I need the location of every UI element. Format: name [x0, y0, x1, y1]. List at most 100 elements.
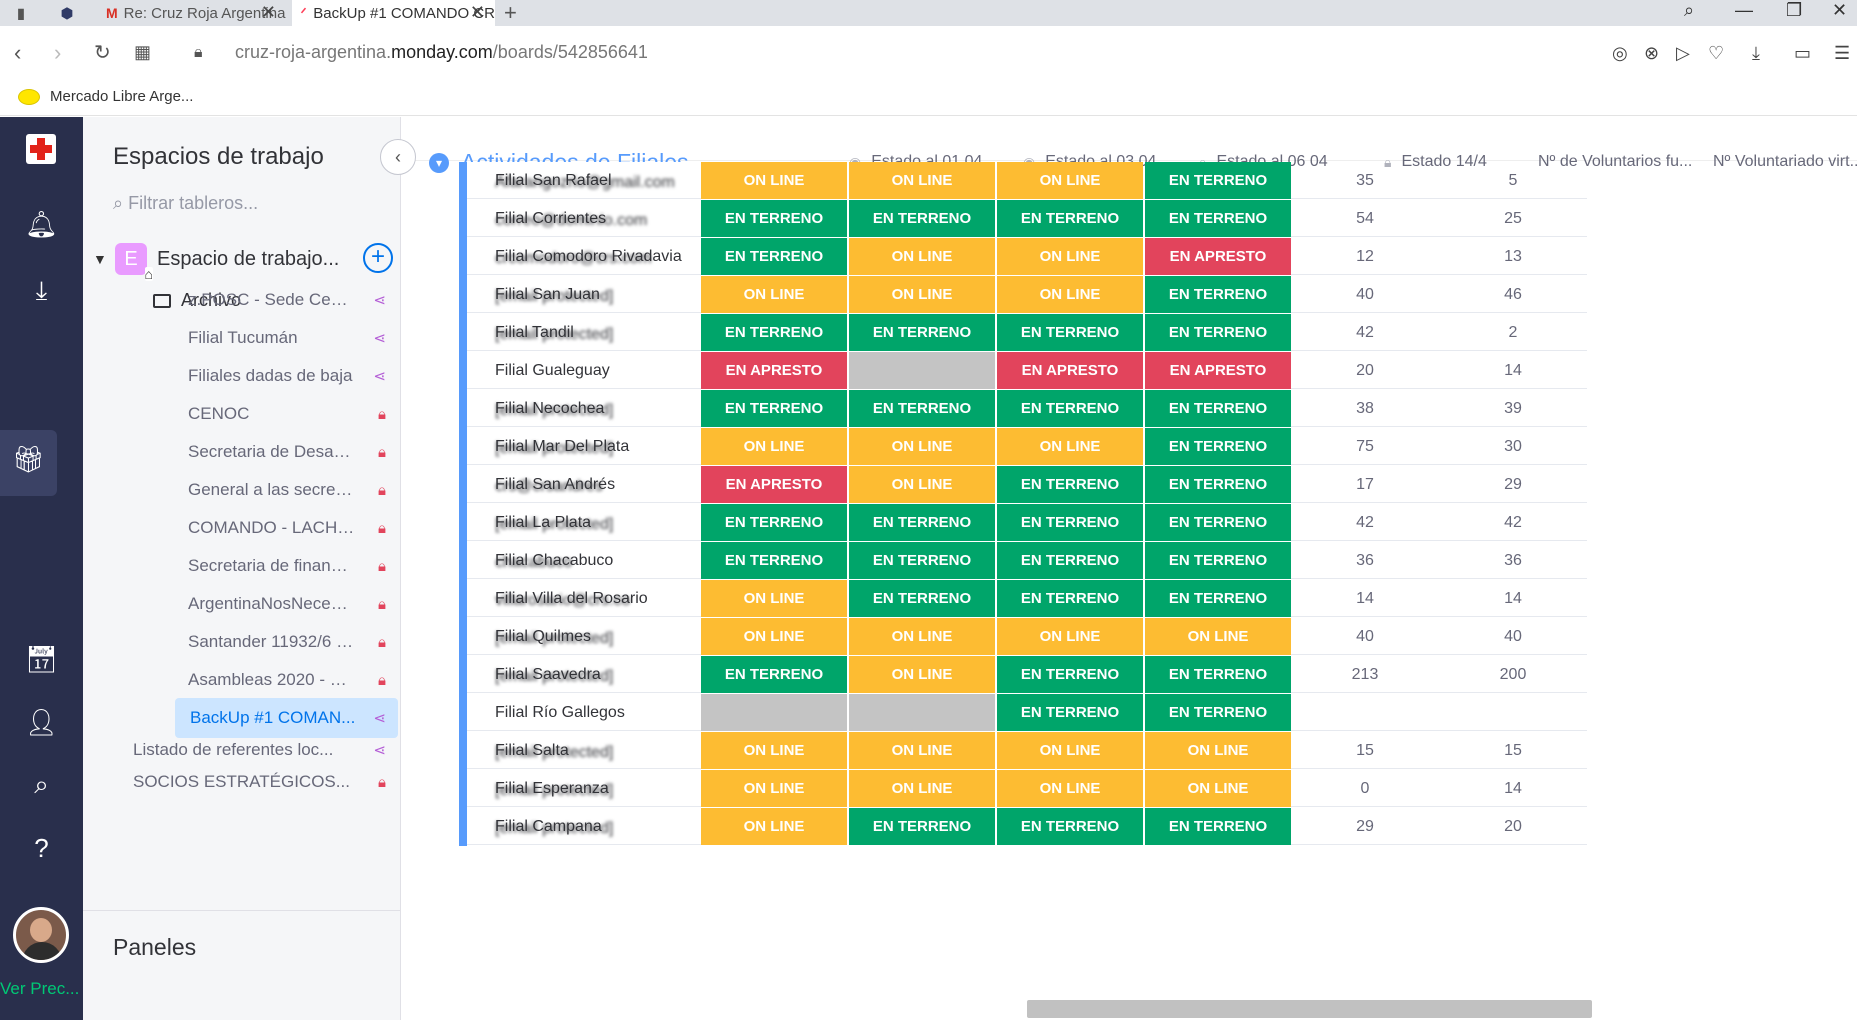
url-field[interactable]: cruz-roja-argentina.monday.com/boards/54… — [235, 42, 648, 63]
status-cell[interactable]: EN APRESTO — [1145, 238, 1291, 275]
status-cell[interactable]: EN TERRENO — [701, 200, 847, 237]
volunteers-cell[interactable]: 40 — [1291, 618, 1439, 655]
tab-extension[interactable]: ⬢ — [58, 0, 88, 26]
virtual-volunteers-cell[interactable]: 36 — [1439, 542, 1587, 579]
close-window-icon[interactable]: ✕ — [1832, 0, 1847, 21]
status-cell[interactable]: EN TERRENO — [849, 314, 995, 351]
workspace-selector[interactable]: ▼ E Espacio de trabajo... + — [93, 237, 393, 281]
chevron-down-icon[interactable]: ▾ — [429, 152, 449, 173]
status-cell[interactable]: EN TERRENO — [701, 390, 847, 427]
ver-precios-link[interactable]: Ver Prec... — [0, 979, 79, 999]
volunteers-cell[interactable]: 0 — [1291, 770, 1439, 807]
volunteers-cell[interactable]: 20 — [1291, 352, 1439, 389]
table-row[interactable]: Filial Mar Del Plata[email protected]35O… — [459, 428, 1857, 466]
volunteers-cell[interactable]: 12 — [1291, 238, 1439, 275]
volunteers-cell[interactable]: 36 — [1291, 542, 1439, 579]
table-row[interactable]: Filial Campana[email protected]34ON LINE… — [459, 808, 1857, 846]
table-row[interactable]: Filial Chacabucochacabuco31EN TERRENOEN … — [459, 542, 1857, 580]
camera-icon[interactable]: ◎ — [1612, 43, 1628, 64]
status-cell[interactable]: EN TERRENO — [701, 238, 847, 275]
invite-members-icon[interactable]: 👤︎ — [0, 707, 83, 738]
inbox-icon[interactable]: ⤓ — [0, 275, 83, 307]
avatar[interactable] — [13, 907, 69, 963]
status-cell[interactable]: ON LINE — [849, 656, 995, 693]
virtual-volunteers-cell[interactable]: 13 — [1439, 238, 1587, 275]
virtual-volunteers-cell[interactable]: 30 — [1439, 428, 1587, 465]
virtual-volunteers-cell[interactable]: 40 — [1439, 618, 1587, 655]
battery-icon[interactable]: ▭ — [1794, 43, 1811, 64]
status-cell[interactable]: EN TERRENO — [1145, 428, 1291, 465]
volunteers-cell[interactable]: 29 — [1291, 808, 1439, 845]
status-cell[interactable]: ON LINE — [997, 162, 1143, 199]
status-cell[interactable]: EN APRESTO — [997, 352, 1143, 389]
volunteers-cell[interactable]: 40 — [1291, 276, 1439, 313]
tab-gmail[interactable]: M Re: Cruz Roja Argentina | Si ✕ — [100, 0, 286, 26]
status-cell[interactable]: EN TERRENO — [1145, 542, 1291, 579]
board-item[interactable]: COMANDO - LACHA... 🔒︎ — [188, 508, 398, 548]
status-cell[interactable]: EN APRESTO — [701, 466, 847, 503]
status-cell[interactable]: EN TERRENO — [849, 200, 995, 237]
status-cell[interactable]: ON LINE — [849, 162, 995, 199]
virtual-volunteers-cell[interactable]: 42 — [1439, 504, 1587, 541]
status-cell[interactable]: ON LINE — [701, 276, 847, 313]
table-row[interactable]: Filial Corrientescorreo@dominio.com33EN … — [459, 200, 1857, 238]
status-cell[interactable]: EN TERRENO — [1145, 504, 1291, 541]
status-cell[interactable]: ON LINE — [997, 276, 1143, 313]
status-cell[interactable]: ON LINE — [701, 428, 847, 465]
table-row[interactable]: Filial Saavedra[email protected]31EN TER… — [459, 656, 1857, 694]
volunteers-cell[interactable]: 42 — [1291, 314, 1439, 351]
table-row[interactable]: Filial Tandil[email protected]40EN TERRE… — [459, 314, 1857, 352]
collapse-panel-button[interactable]: ‹ — [380, 139, 416, 175]
status-cell[interactable]: ON LINE — [849, 238, 995, 275]
status-cell[interactable]: ON LINE — [997, 732, 1143, 769]
help-icon[interactable]: ? — [0, 833, 83, 864]
volunteers-cell[interactable]: 75 — [1291, 428, 1439, 465]
status-cell[interactable]: EN TERRENO — [997, 694, 1143, 731]
status-cell[interactable]: EN TERRENO — [1145, 200, 1291, 237]
download-icon[interactable]: ⤓ — [1752, 43, 1760, 64]
table-row[interactable]: Filial Gualeguay1EN APRESTOEN APRESTOEN … — [459, 352, 1857, 390]
table-row[interactable]: Filial La Plata[email protected]34EN TER… — [459, 504, 1857, 542]
volunteers-cell[interactable]: 35 — [1291, 162, 1439, 199]
volunteers-cell[interactable]: 42 — [1291, 504, 1439, 541]
status-cell[interactable]: EN APRESTO — [701, 352, 847, 389]
status-cell[interactable]: ON LINE — [849, 618, 995, 655]
virtual-volunteers-cell[interactable]: 14 — [1439, 580, 1587, 617]
status-cell[interactable]: EN TERRENO — [849, 808, 995, 845]
volunteers-cell[interactable] — [1291, 694, 1439, 731]
status-cell[interactable]: EN TERRENO — [701, 504, 847, 541]
status-cell[interactable]: ON LINE — [701, 770, 847, 807]
search-tabs-icon[interactable]: ⌕ — [1684, 0, 1694, 21]
status-cell[interactable]: EN TERRENO — [997, 504, 1143, 541]
status-cell[interactable]: EN TERRENO — [997, 656, 1143, 693]
table-row[interactable]: Filial Villa del Rosario villarosario@crs… — [459, 580, 1857, 618]
status-cell[interactable]: EN TERRENO — [849, 390, 995, 427]
close-tab-icon[interactable]: ✕ — [261, 2, 276, 23]
back-icon[interactable]: ‹ — [14, 40, 21, 66]
status-cell[interactable]: ON LINE — [997, 238, 1143, 275]
status-cell[interactable]: ON LINE — [701, 808, 847, 845]
status-cell[interactable]: EN TERRENO — [1145, 276, 1291, 313]
status-cell[interactable]: ON LINE — [849, 732, 995, 769]
board-item[interactable]: SOCIOS ESTRATÉGICOS... 🔒︎ — [133, 768, 398, 796]
status-cell[interactable]: EN TERRENO — [701, 314, 847, 351]
status-cell[interactable]: ON LINE — [1145, 732, 1291, 769]
status-cell[interactable] — [701, 694, 847, 731]
adblock-icon[interactable]: ⊗ — [1644, 43, 1659, 64]
my-work-icon[interactable]: 📅︎ — [0, 644, 83, 675]
status-cell[interactable]: EN APRESTO — [1145, 352, 1291, 389]
status-cell[interactable]: EN TERRENO — [1145, 580, 1291, 617]
board-item[interactable]: Filiales dadas de baja ⋖ — [188, 356, 398, 396]
status-cell[interactable]: ON LINE — [849, 466, 995, 503]
status-cell[interactable]: EN TERRENO — [997, 200, 1143, 237]
cruz-roja-logo[interactable] — [26, 134, 56, 164]
volunteers-cell[interactable]: 38 — [1291, 390, 1439, 427]
board-item[interactable]: CENOC 🔒︎ — [188, 394, 398, 434]
status-cell[interactable]: EN TERRENO — [997, 580, 1143, 617]
virtual-volunteers-cell[interactable]: 29 — [1439, 466, 1587, 503]
paneles-heading[interactable]: Paneles — [113, 934, 196, 961]
status-cell[interactable]: EN TERRENO — [1145, 162, 1291, 199]
virtual-volunteers-cell[interactable]: 5 — [1439, 162, 1587, 199]
table-row[interactable]: Filial Comodoro Rivadavia crcomodoro@crs.… — [459, 238, 1857, 276]
volunteers-cell[interactable]: 14 — [1291, 580, 1439, 617]
